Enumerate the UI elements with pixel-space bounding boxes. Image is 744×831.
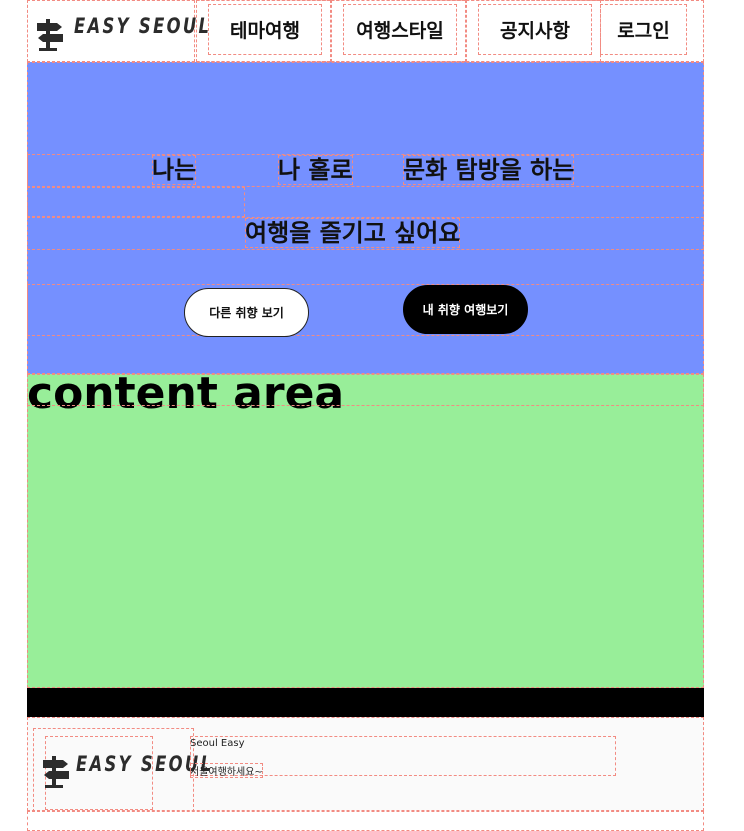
page: EASY SEOUL 테마여행 여행스타일 공지사항 로그인 나는 나 홀로 문… [0,0,744,831]
nav-item-login[interactable]: 로그인 [600,0,704,62]
hero-word-2: 나 홀로 [278,155,353,185]
nav-item-notice[interactable]: 공지사항 [466,0,601,62]
footer-logo[interactable]: EASY SEOUL [33,728,211,812]
hero-line-1 [27,154,704,187]
site-header: EASY SEOUL 테마여행 여행스타일 공지사항 로그인 [27,0,704,62]
signpost-icon [37,19,63,51]
hero-word-3: 문화 탐방을 하는 [403,155,575,185]
nav-label[interactable]: 공지사항 [478,4,592,55]
hero-line-2: 여행을 즐기고 싶어요 [245,218,461,248]
nav-label[interactable]: 로그인 [600,4,687,55]
site-footer: EASY SEOUL Seoul Easy 서울여행하세요~ [27,717,704,812]
signpost-icon [43,756,69,788]
footer-site-name: Seoul Easy [190,738,245,749]
content-title: content area [27,372,704,416]
nav-item-travel-style[interactable]: 여행스타일 [331,0,466,62]
logo-text: EASY SEOUL [74,14,212,38]
bottom-strip [27,811,704,831]
other-taste-button[interactable]: 다른 취향 보기 [184,288,309,337]
nav-label[interactable]: 여행스타일 [343,4,457,55]
content-section: content area [27,372,704,688]
hero-section: 나는 나 홀로 문화 탐방을 하는 여행을 즐기고 싶어요 다른 취향 보기 내… [27,62,704,374]
my-taste-travel-button[interactable]: 내 취향 여행보기 [403,285,528,334]
hero-word-1: 나는 [152,155,197,185]
footer-info: Seoul Easy 서울여행하세요~ [190,736,616,778]
footer-divider-band [27,688,704,717]
footer-tagline: 서울여행하세요~ [190,763,263,778]
nav-label[interactable]: 테마여행 [208,4,322,55]
hero-spacer [27,187,245,217]
nav-item-theme-travel[interactable]: 테마여행 [196,0,331,62]
hero-button-row [27,284,704,336]
header-logo[interactable]: EASY SEOUL [27,0,209,62]
